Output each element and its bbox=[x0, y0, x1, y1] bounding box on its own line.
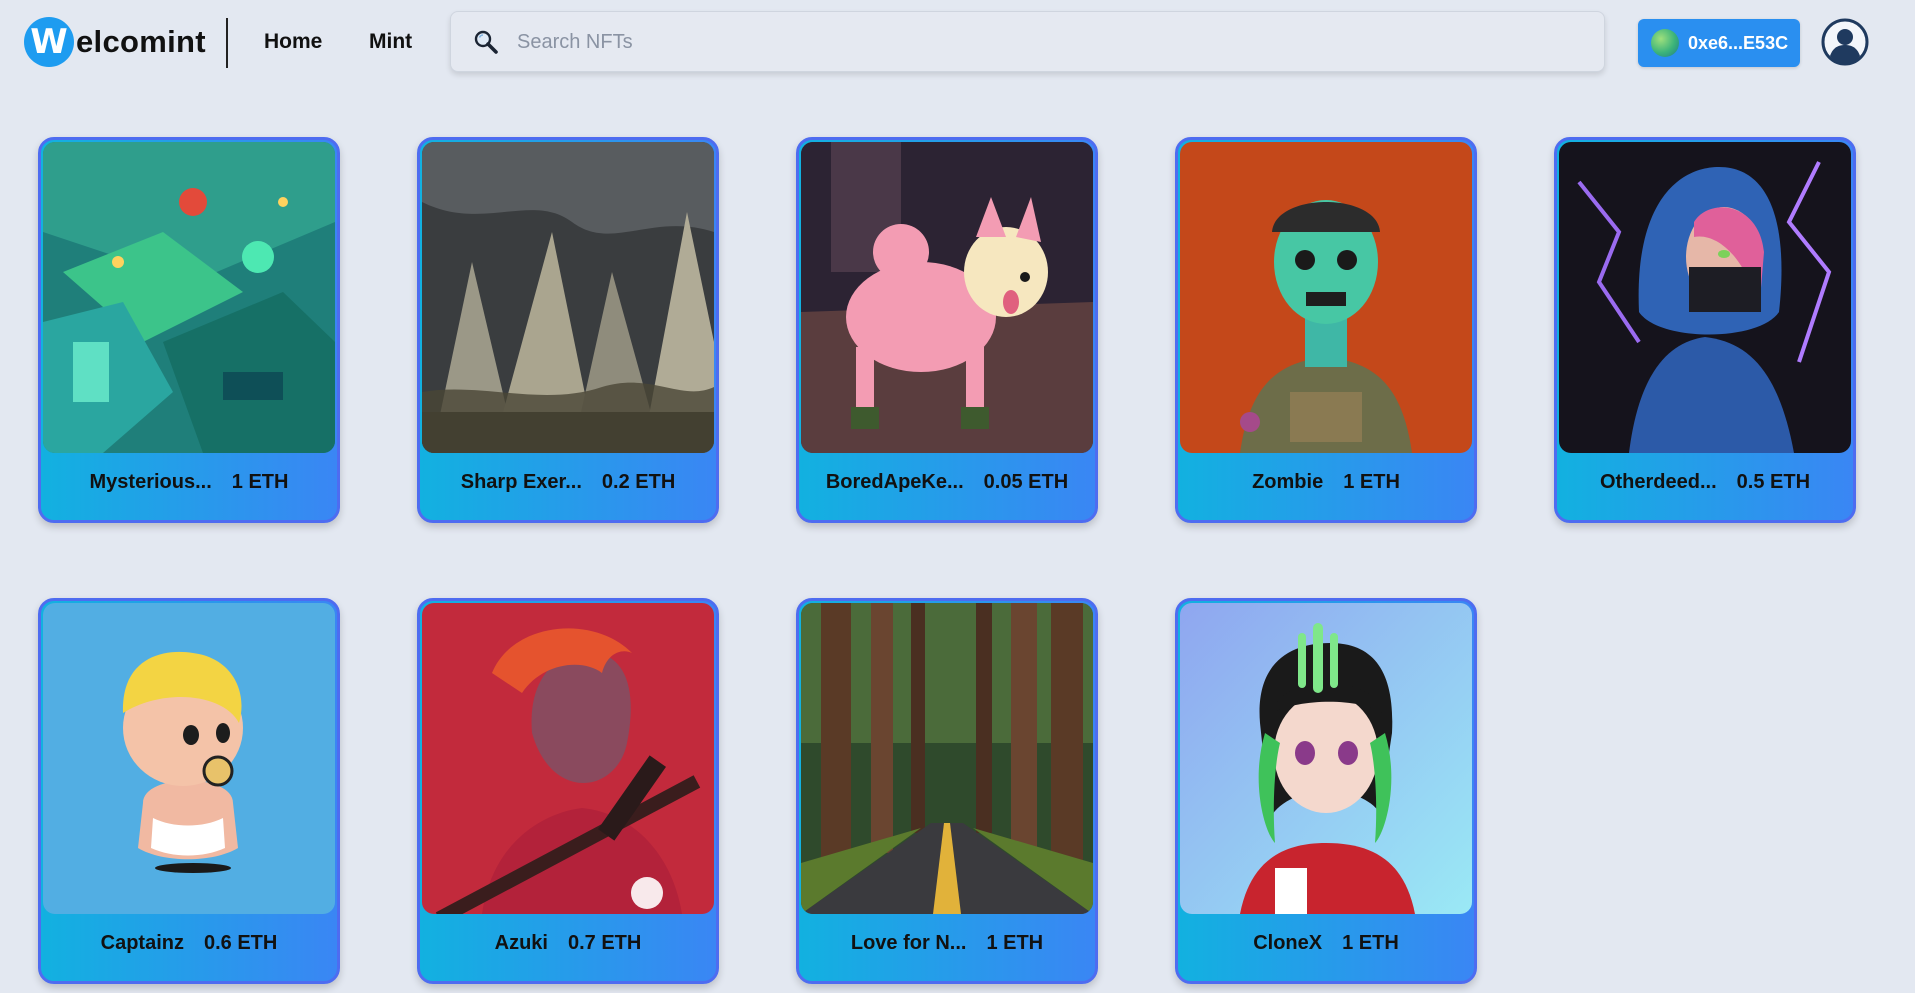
nft-card[interactable]: Azuki 0.7 ETH bbox=[417, 598, 719, 984]
wallet-address: 0xe6...E53C bbox=[1688, 32, 1789, 53]
search-input[interactable] bbox=[517, 24, 1587, 60]
logo-text: elcomint bbox=[76, 24, 206, 59]
nft-card[interactable]: Sharp Exer... 0.2 ETH bbox=[417, 137, 719, 523]
nft-name: Captainz bbox=[100, 931, 184, 954]
nft-card-info: Azuki 0.7 ETH bbox=[420, 928, 716, 958]
logo-badge-icon: W bbox=[24, 17, 74, 67]
nft-card-info: BoredApeKe... 0.05 ETH bbox=[799, 467, 1095, 497]
nft-price: 1 ETH bbox=[1343, 470, 1400, 493]
nft-price: 0.5 ETH bbox=[1736, 470, 1811, 493]
nft-card-info: Love for N... 1 ETH bbox=[799, 928, 1095, 958]
nft-card[interactable]: CloneX 1 ETH bbox=[1175, 598, 1477, 984]
nft-card[interactable]: Love for N... 1 ETH bbox=[796, 598, 1098, 984]
nft-card[interactable]: Captainz 0.6 ETH bbox=[38, 598, 340, 984]
nft-price: 0.2 ETH bbox=[601, 470, 676, 493]
nft-image-clonex bbox=[1180, 603, 1472, 914]
nft-card-info: Sharp Exer... 0.2 ETH bbox=[420, 467, 716, 497]
nft-price: 0.6 ETH bbox=[203, 931, 278, 954]
nav-home-link[interactable]: Home bbox=[264, 30, 322, 54]
nft-price: 1 ETH bbox=[1342, 931, 1399, 954]
nft-card-info: Captainz 0.6 ETH bbox=[41, 928, 337, 958]
nft-name: BoredApeKe... bbox=[825, 470, 964, 493]
user-profile-icon[interactable] bbox=[1821, 18, 1869, 66]
nft-price: 0.05 ETH bbox=[983, 470, 1069, 493]
nft-name: Azuki bbox=[494, 931, 548, 954]
wallet-identicon-icon bbox=[1651, 29, 1679, 57]
search-bar[interactable] bbox=[450, 11, 1605, 72]
nft-image-zombie bbox=[1180, 142, 1472, 453]
top-navbar: W elcomint Home Mint 0xe6...E53C bbox=[0, 0, 1915, 90]
nft-image-captainz bbox=[43, 603, 335, 914]
logo-divider bbox=[226, 18, 228, 68]
nft-name: Zombie bbox=[1252, 470, 1324, 493]
nft-card-info: Zombie 1 ETH bbox=[1178, 467, 1474, 497]
nft-card-info: Otherdeed... 0.5 ETH bbox=[1557, 467, 1853, 497]
brand-logo[interactable]: W elcomint bbox=[24, 17, 206, 67]
nft-image-sharp-exer bbox=[422, 142, 714, 453]
nav-mint-link[interactable]: Mint bbox=[369, 30, 412, 54]
search-icon bbox=[474, 30, 498, 54]
nft-name: Otherdeed... bbox=[1599, 470, 1717, 493]
nft-card-info: Mysterious... 1 ETH bbox=[41, 467, 337, 497]
nft-price: 1 ETH bbox=[986, 931, 1044, 954]
nft-image-azuki bbox=[422, 603, 714, 914]
nft-name: Love for N... bbox=[850, 931, 967, 954]
nft-price: 0.7 ETH bbox=[567, 931, 642, 954]
wallet-address-button[interactable]: 0xe6...E53C bbox=[1638, 19, 1800, 67]
nft-name: CloneX bbox=[1253, 931, 1323, 954]
nft-card[interactable]: Zombie 1 ETH bbox=[1175, 137, 1477, 523]
nft-image-boredapekennel bbox=[801, 142, 1093, 453]
nft-name: Mysterious... bbox=[89, 470, 212, 493]
nft-card[interactable]: BoredApeKe... 0.05 ETH bbox=[796, 137, 1098, 523]
nft-image-mysterious bbox=[43, 142, 335, 453]
nft-price: 1 ETH bbox=[231, 470, 289, 493]
nft-image-love-for-nature bbox=[801, 603, 1093, 914]
nft-image-otherdeed bbox=[1559, 142, 1851, 453]
nft-card[interactable]: Otherdeed... 0.5 ETH bbox=[1554, 137, 1856, 523]
nft-name: Sharp Exer... bbox=[460, 470, 582, 493]
nft-card-info: CloneX 1 ETH bbox=[1178, 928, 1474, 958]
nft-card[interactable]: Mysterious... 1 ETH bbox=[38, 137, 340, 523]
